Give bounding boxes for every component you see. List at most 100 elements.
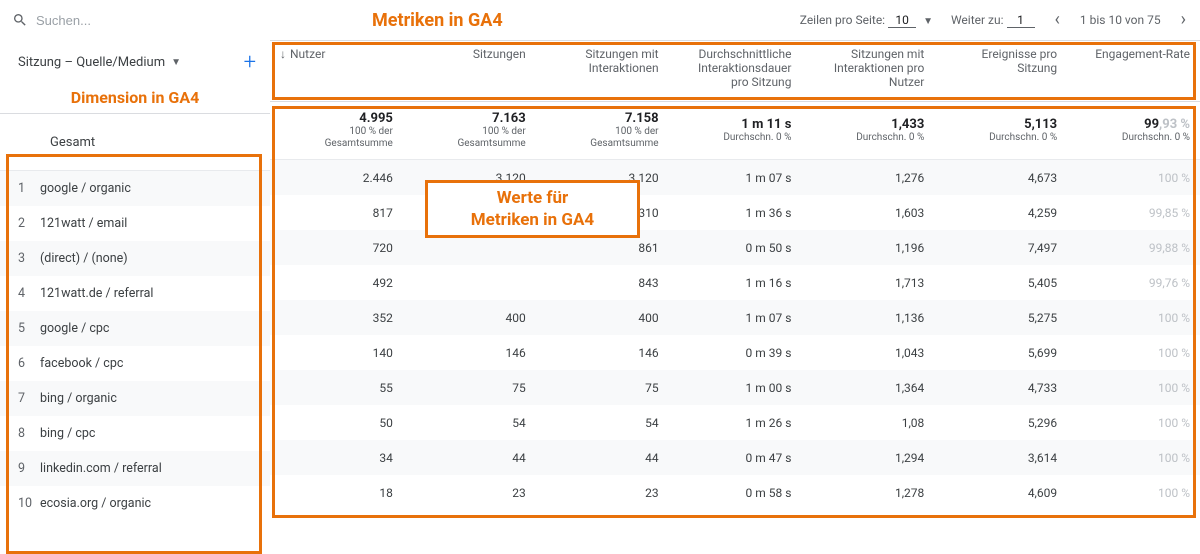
dimension-value: 121watt / email (40, 216, 270, 231)
totals-cell: 7.158100 % der Gesamtsumme (536, 102, 669, 159)
metric-cell: 4,259 (934, 206, 1067, 220)
metric-cell: 1 m 36 s (669, 206, 802, 220)
metric-cell: 146 (536, 346, 669, 360)
table-row[interactable]: 8bing / cpc (0, 416, 270, 451)
metric-cell: 1,136 (801, 311, 934, 325)
metrics-header-row: ↓NutzerSitzungenSitzungen mit Interaktio… (270, 40, 1200, 102)
dimension-value: facebook / cpc (40, 356, 270, 371)
dimension-label: Sitzung – Quelle/Medium (18, 55, 165, 70)
metric-cell: 0 m 47 s (669, 451, 802, 465)
metric-cell: 1 m 26 s (669, 416, 802, 430)
column-header[interactable]: Ereignisse pro Sitzung (934, 41, 1067, 101)
metric-cell: 352 (270, 311, 403, 325)
row-index: 3 (0, 251, 40, 266)
metric-cell: 7,497 (934, 241, 1067, 255)
row-index: 2 (0, 216, 40, 231)
metric-cell: 34 (270, 451, 403, 465)
metric-cell: 0 m 50 s (669, 241, 802, 255)
metric-cell: 1,713 (801, 276, 934, 290)
metric-cell: 54 (536, 416, 669, 430)
column-header[interactable]: Engagement-Rate (1067, 41, 1200, 101)
table-row: 1401461460 m 39 s1,0435,699100 % (270, 335, 1200, 370)
metric-cell: 140 (270, 346, 403, 360)
metric-cell: 1,276 (801, 171, 934, 185)
totals-label: Gesamt (50, 135, 95, 150)
row-index: 7 (0, 391, 40, 406)
rows-per-page-label: Zeilen pro Seite: (800, 13, 885, 27)
pager: Zeilen pro Seite: 10 ▼ Weiter zu: 1 ‹ 1 … (800, 11, 1188, 29)
annotation-values-overlay: Werte für Metriken in GA4 (425, 180, 640, 238)
metric-cell: 100 % (1067, 171, 1200, 185)
dimension-value: 121watt.de / referral (40, 286, 270, 301)
prev-page-button[interactable]: ‹ (1053, 11, 1062, 29)
next-page-button[interactable]: › (1179, 11, 1188, 29)
metric-cell: 4,609 (934, 486, 1067, 500)
row-index: 9 (0, 461, 40, 476)
metric-cell: 1,278 (801, 486, 934, 500)
table-row[interactable]: 4121watt.de / referral (0, 276, 270, 311)
table-row[interactable]: 7bing / organic (0, 381, 270, 416)
column-header[interactable]: Sitzungen (403, 41, 536, 101)
metric-cell: 44 (536, 451, 669, 465)
metric-cell: 861 (536, 241, 669, 255)
column-header[interactable]: Sitzungen mit Interaktionen pro Nutzer (801, 41, 934, 101)
page-range: 1 bis 10 von 75 (1080, 13, 1161, 27)
metric-cell: 720 (270, 241, 403, 255)
metric-cell: 146 (403, 346, 536, 360)
metric-cell: 99,76 % (1067, 276, 1200, 290)
totals-cell: 7.163100 % der Gesamtsumme (403, 102, 536, 159)
table-row[interactable]: 1google / organic (0, 171, 270, 206)
rows-per-page[interactable]: Zeilen pro Seite: 10 ▼ (800, 13, 933, 28)
metric-cell: 55 (270, 381, 403, 395)
metric-cell: 1 m 07 s (669, 171, 802, 185)
metrics-data-rows: 2.4463.1203.1201 m 07 s1,2764,673100 %81… (270, 160, 1200, 510)
metric-cell: 5,275 (934, 311, 1067, 325)
table-row[interactable]: 2121watt / email (0, 206, 270, 241)
goto[interactable]: Weiter zu: 1 (951, 13, 1035, 28)
table-row[interactable]: 9linkedin.com / referral (0, 451, 270, 486)
goto-value[interactable]: 1 (1007, 13, 1035, 28)
dimension-values-list: 1google / organic2121watt / email3(direc… (0, 171, 270, 521)
dimension-value: linkedin.com / referral (40, 461, 270, 476)
metric-cell: 1,603 (801, 206, 934, 220)
dimension-column: Sitzung – Quelle/Medium ▼ + Dimension in… (0, 40, 270, 521)
metric-cell: 1 m 16 s (669, 276, 802, 290)
table-row: 4928431 m 16 s1,7135,40599,76 % (270, 265, 1200, 300)
table-row[interactable]: 3(direct) / (none) (0, 241, 270, 276)
dimension-value: google / cpc (40, 321, 270, 336)
dimension-picker[interactable]: Sitzung – Quelle/Medium ▼ + (0, 40, 270, 84)
metric-cell: 1,364 (801, 381, 934, 395)
search-field[interactable] (12, 12, 272, 28)
totals-cell: 4.995100 % der Gesamtsumme (270, 102, 403, 159)
metric-cell: 5,296 (934, 416, 1067, 430)
column-header[interactable]: Sitzungen mit Interaktionen (536, 41, 669, 101)
metric-cell: 5,699 (934, 346, 1067, 360)
table-row[interactable]: 6facebook / cpc (0, 346, 270, 381)
main-layout: Sitzung – Quelle/Medium ▼ + Dimension in… (0, 40, 1200, 521)
row-index: 6 (0, 356, 40, 371)
metric-cell: 1 m 00 s (669, 381, 802, 395)
column-header[interactable]: Durchschnittliche Interaktionsdauer pro … (669, 41, 802, 101)
row-index: 4 (0, 286, 40, 301)
totals-cell: 1 m 11 sDurchschn. 0 % (669, 102, 802, 159)
table-row[interactable]: 5google / cpc (0, 311, 270, 346)
metric-cell: 0 m 58 s (669, 486, 802, 500)
metric-cell: 44 (403, 451, 536, 465)
table-row: 7208610 m 50 s1,1967,49799,88 % (270, 230, 1200, 265)
search-input[interactable] (36, 13, 236, 28)
row-index: 8 (0, 426, 40, 441)
column-header[interactable]: ↓Nutzer (270, 41, 403, 101)
metric-cell: 100 % (1067, 416, 1200, 430)
add-dimension-button[interactable]: + (244, 50, 256, 75)
annotation-values-line1: Werte für (428, 187, 637, 209)
search-icon (12, 12, 28, 28)
metric-cell: 1,08 (801, 416, 934, 430)
metric-cell: 1,043 (801, 346, 934, 360)
rows-per-page-value[interactable]: 10 (888, 13, 916, 28)
metrics-area: ↓NutzerSitzungenSitzungen mit Interaktio… (270, 40, 1200, 521)
row-index: 1 (0, 181, 40, 196)
metric-cell: 54 (403, 416, 536, 430)
metric-cell: 100 % (1067, 381, 1200, 395)
table-row[interactable]: 10ecosia.org / organic (0, 486, 270, 521)
dimension-value: bing / organic (40, 391, 270, 406)
